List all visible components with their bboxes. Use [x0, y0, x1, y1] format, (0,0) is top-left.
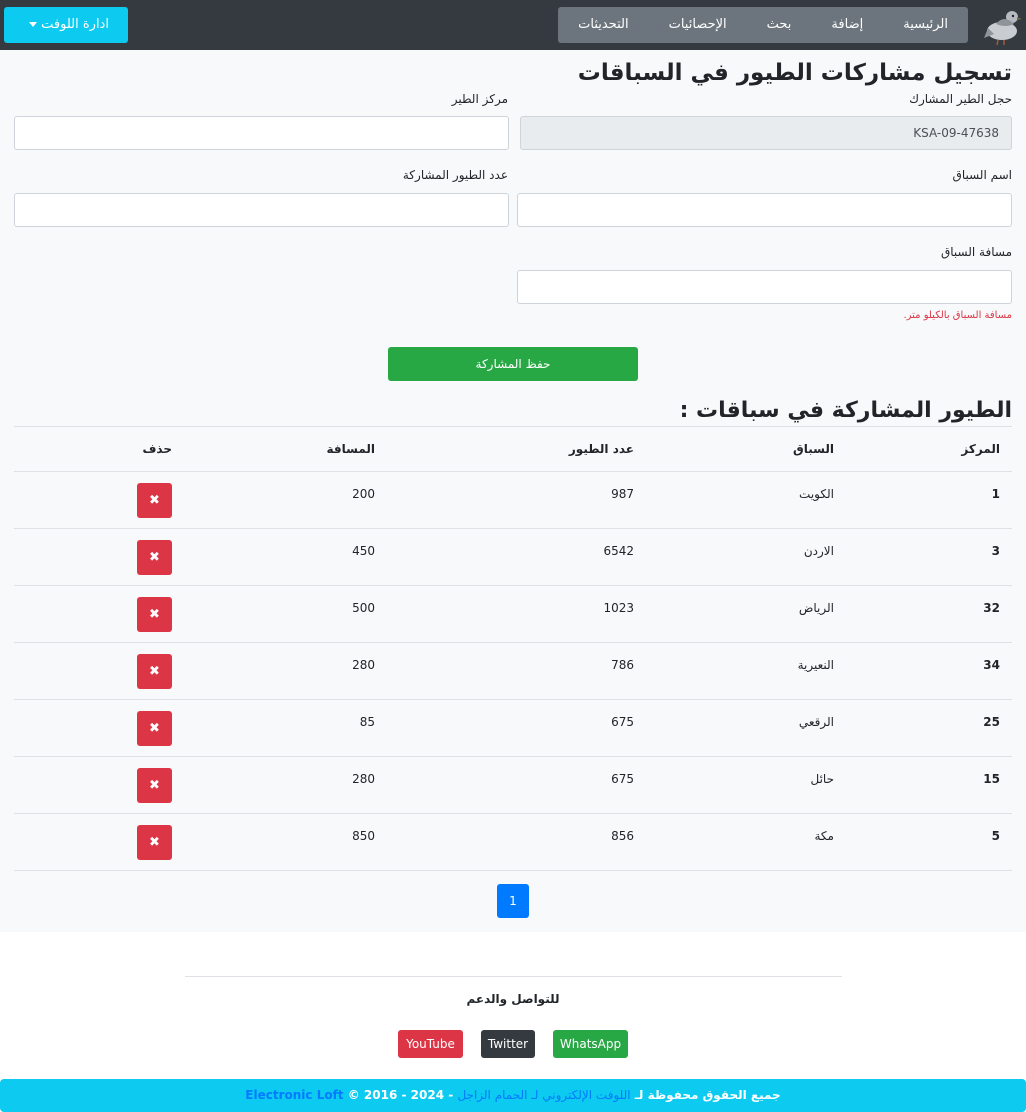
count-field[interactable] [14, 193, 509, 227]
ring-label: حجل الطير المشارك [909, 92, 1012, 106]
delete-button[interactable]: ✖ [137, 540, 172, 575]
table-row: 1 الكويت 987 200 ✖ [14, 472, 1012, 529]
row-count: 987 [611, 487, 634, 501]
row-position: 25 [983, 715, 1000, 729]
ring-field[interactable] [520, 116, 1012, 150]
save-participation-button[interactable]: حفظ المشاركة [388, 347, 638, 381]
copyright-prefix: جميع الحقوق محفوظة لـ [634, 1088, 781, 1102]
delete-button[interactable]: ✖ [137, 825, 172, 860]
copyright-years: - 2024 - 2016 © [347, 1088, 454, 1102]
nav-add[interactable]: إضافة [811, 7, 883, 43]
close-icon: ✖ [149, 607, 160, 622]
youtube-button[interactable]: YouTube [398, 1030, 463, 1058]
footer-divider [185, 976, 842, 977]
close-icon: ✖ [149, 493, 160, 508]
main-content: تسجيل مشاركات الطيور في السباقات حجل الط… [0, 50, 1026, 932]
table-row: 3 الاردن 6542 450 ✖ [14, 529, 1012, 586]
delete-button[interactable]: ✖ [137, 483, 172, 518]
nav-statistics[interactable]: الإحصائيات [649, 7, 747, 43]
row-count: 856 [611, 829, 634, 843]
row-distance: 500 [352, 601, 375, 615]
row-count: 675 [611, 772, 634, 786]
nav-search[interactable]: بحث [747, 7, 812, 43]
row-race: النعيرية [797, 658, 834, 672]
delete-button[interactable]: ✖ [137, 768, 172, 803]
row-count: 1023 [603, 601, 634, 615]
participations-table: المركز السباق عدد الطيور المسافة حذف 1 ا… [14, 426, 1012, 871]
header-delete: حذف [142, 442, 172, 456]
row-race: مكة [814, 829, 835, 843]
participations-title: الطيور المشاركة في سباقات : [679, 398, 1012, 423]
row-position: 32 [983, 601, 1000, 615]
whatsapp-button[interactable]: WhatsApp [553, 1030, 628, 1058]
row-count: 6542 [603, 544, 634, 558]
close-icon: ✖ [149, 664, 160, 679]
loft-management-label: ادارة اللوفت [41, 17, 109, 32]
header-count: عدد الطيور [568, 442, 634, 456]
loft-management-dropdown[interactable]: ادارة اللوفت [4, 7, 128, 43]
row-distance: 280 [352, 658, 375, 672]
delete-button[interactable]: ✖ [137, 597, 172, 632]
close-icon: ✖ [149, 721, 160, 736]
header-race: السباق [793, 442, 834, 456]
row-distance: 850 [352, 829, 375, 843]
page-title: تسجيل مشاركات الطيور في السباقات [577, 60, 1012, 86]
caret-down-icon [29, 22, 38, 27]
row-position: 1 [991, 487, 1000, 501]
distance-label: مسافة السباق [940, 245, 1012, 259]
row-race: الرياض [798, 601, 834, 615]
nav-home[interactable]: الرئيسية [883, 7, 968, 43]
page-1-button[interactable]: 1 [497, 884, 529, 918]
navbar: الرئيسية إضافة بحث الإحصائيات التحديثات … [0, 0, 1026, 50]
distance-field[interactable] [517, 270, 1012, 304]
pigeon-logo-icon[interactable] [982, 4, 1022, 46]
position-field[interactable] [14, 116, 509, 150]
row-race: الرقعي [798, 715, 834, 729]
delete-button[interactable]: ✖ [137, 654, 172, 689]
table-row: 5 مكة 856 850 ✖ [14, 814, 1012, 871]
table-row: 15 حائل 675 280 ✖ [14, 757, 1012, 814]
table-row: 25 الرقعي 675 85 ✖ [14, 700, 1012, 757]
copyright-brand-link[interactable]: Electronic Loft [245, 1088, 343, 1102]
row-race: الاردن [803, 544, 834, 558]
position-label: مركز الطير [451, 92, 508, 106]
row-distance: 450 [352, 544, 375, 558]
delete-button[interactable]: ✖ [137, 711, 172, 746]
race-field[interactable] [517, 193, 1012, 227]
header-position: المركز [961, 442, 1000, 456]
row-race: الكويت [799, 487, 834, 501]
close-icon: ✖ [149, 835, 160, 850]
twitter-button[interactable]: Twitter [481, 1030, 535, 1058]
table-row: 34 النعيرية 786 280 ✖ [14, 643, 1012, 700]
row-distance: 200 [352, 487, 375, 501]
row-position: 3 [991, 544, 1000, 558]
row-race: حائل [810, 772, 834, 786]
copyright-site-link[interactable]: اللوفت الإلكتروني لـ الحمام الزاجل [457, 1088, 630, 1102]
table-header-row: المركز السباق عدد الطيور المسافة حذف [14, 427, 1012, 472]
table-row: 32 الرياض 1023 500 ✖ [14, 586, 1012, 643]
header-distance: المسافة [326, 442, 375, 456]
count-label: عدد الطيور المشاركة [402, 168, 508, 182]
row-position: 5 [991, 829, 1000, 843]
row-position: 34 [983, 658, 1000, 672]
row-position: 15 [983, 772, 1000, 786]
copyright-bar: جميع الحقوق محفوظة لـ اللوفت الإلكتروني … [0, 1079, 1026, 1112]
nav-updates[interactable]: التحديثات [558, 7, 648, 43]
row-count: 786 [611, 658, 634, 672]
contact-heading: للتواصل والدعم [466, 992, 560, 1006]
row-count: 675 [611, 715, 634, 729]
close-icon: ✖ [149, 550, 160, 565]
row-distance: 85 [359, 715, 375, 729]
race-label: اسم السباق [952, 168, 1012, 182]
row-distance: 280 [352, 772, 375, 786]
close-icon: ✖ [149, 778, 160, 793]
main-nav: الرئيسية إضافة بحث الإحصائيات التحديثات [558, 7, 968, 43]
distance-hint: مسافة السباق بالكيلو متر. [903, 310, 1012, 321]
